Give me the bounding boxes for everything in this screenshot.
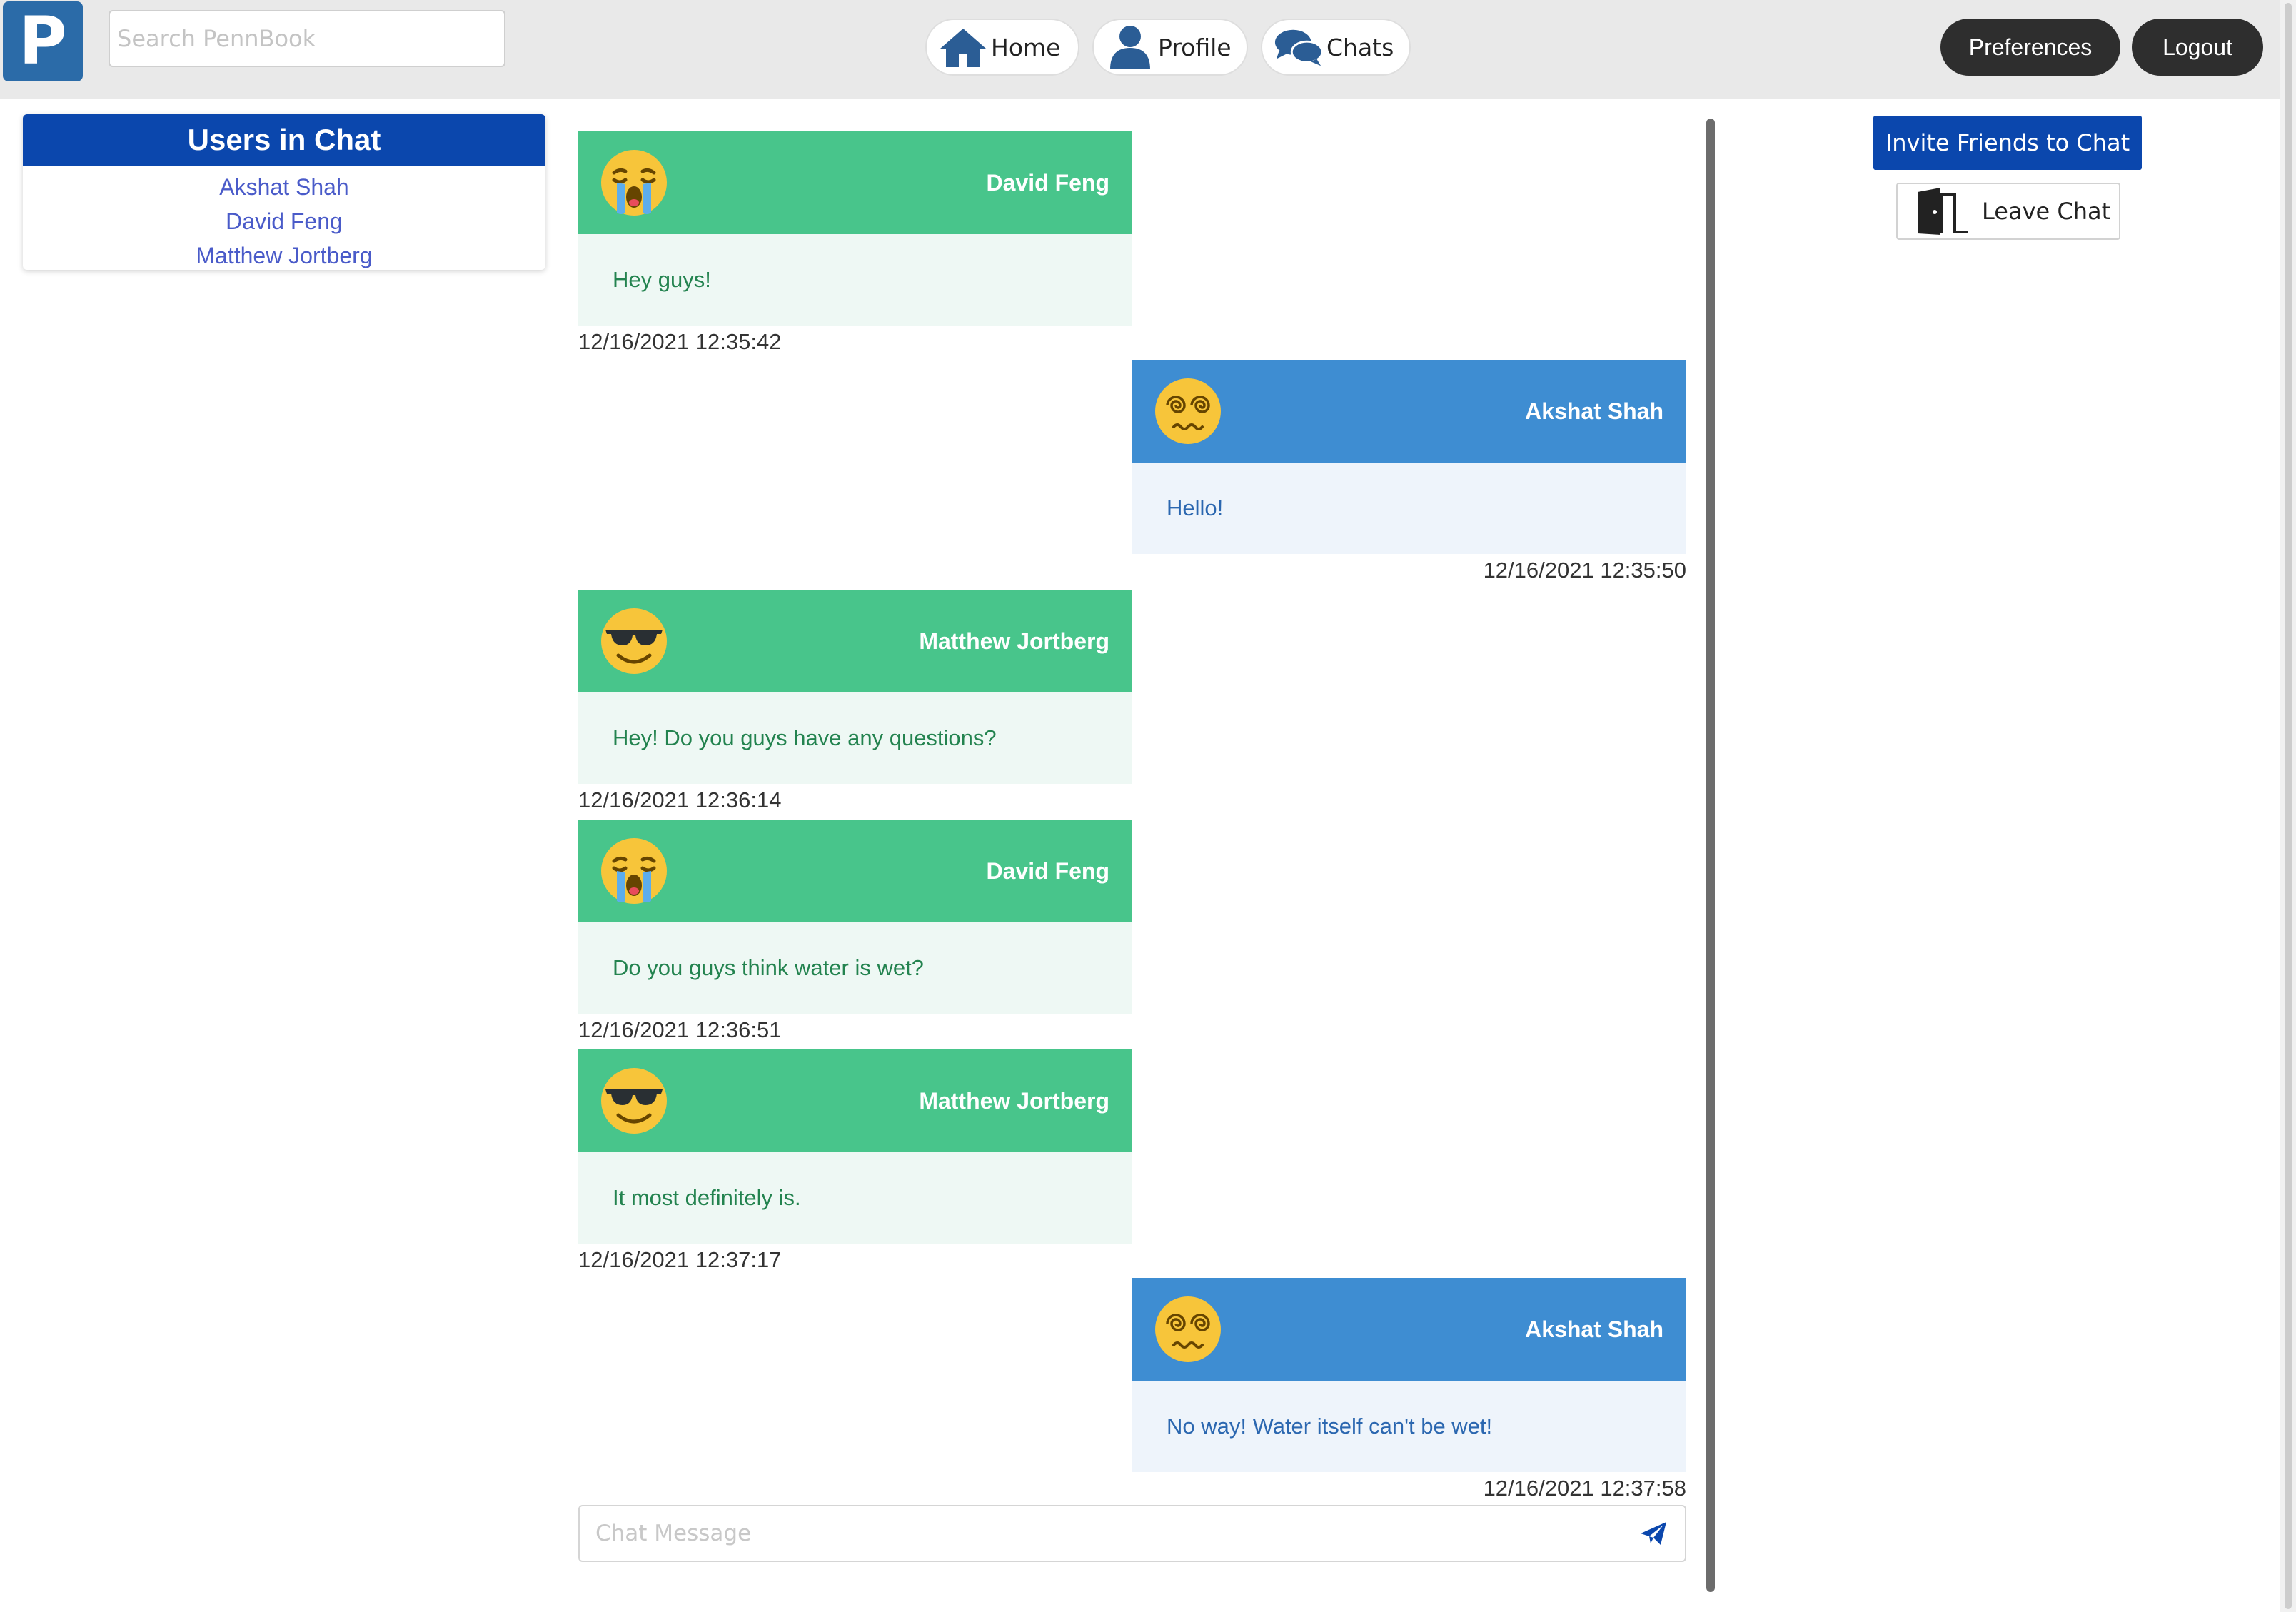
page-scrollbar[interactable] [2280,0,2296,1612]
message-header: David Feng [578,820,1132,922]
message-text: It most definitely is. [578,1152,1132,1244]
crying-face-emoji-icon [598,835,670,907]
top-navbar: P Home Profile Chats Preferences Logout [0,0,2296,99]
chat-scrollbar[interactable] [1706,119,1715,1592]
users-list: Akshat Shah David Feng Matthew Jortberg [23,166,545,270]
message-sender: Matthew Jortberg [919,628,1109,654]
search-input[interactable] [109,10,505,67]
message-timestamp: 12/16/2021 12:36:14 [578,787,782,812]
leave-chat-label: Leave Chat [1982,198,2111,225]
crying-face-emoji-icon [598,147,670,218]
sunglasses-face-emoji-icon [598,605,670,677]
pennbook-logo[interactable]: P [3,1,83,81]
message-sender: Matthew Jortberg [919,1087,1109,1114]
chat-composer [578,1505,1686,1562]
nav-profile-label: Profile [1158,33,1232,61]
dizzy-face-emoji-icon [1152,1294,1224,1365]
chat-message-list: David Feng Hey guys! 12/16/2021 12:35:42… [578,131,1686,1501]
chat-bubbles-icon [1274,25,1324,69]
nav-chats-button[interactable]: Chats [1261,19,1411,76]
chat-message: Matthew Jortberg It most definitely is. … [578,1049,1132,1276]
logout-button[interactable]: Logout [2132,19,2263,76]
invite-friends-button[interactable]: Invite Friends to Chat [1873,116,2142,170]
message-timestamp: 12/16/2021 12:37:17 [578,1247,782,1272]
message-timestamp: 12/16/2021 12:35:42 [578,329,782,354]
chat-message: Akshat Shah No way! Water itself can't b… [1132,1278,1686,1505]
message-header: Akshat Shah [1132,1278,1686,1381]
nav-home-button[interactable]: Home [925,19,1079,76]
user-link[interactable]: Matthew Jortberg [23,238,545,270]
message-sender: Akshat Shah [1525,1316,1663,1342]
preferences-button[interactable]: Preferences [1940,19,2120,76]
chat-message: Akshat Shah Hello! 12/16/2021 12:35:50 [1132,360,1686,587]
message-text: Do you guys think water is wet? [578,922,1132,1014]
chat-message: Matthew Jortberg Hey! Do you guys have a… [578,590,1132,817]
user-link[interactable]: David Feng [23,204,545,238]
message-sender: David Feng [986,169,1109,196]
user-link[interactable]: Akshat Shah [23,170,545,204]
door-icon [1913,188,1970,235]
message-timestamp: 12/16/2021 12:37:58 [1483,1476,1686,1501]
dizzy-face-emoji-icon [1152,376,1224,447]
message-header: Matthew Jortberg [578,1049,1132,1152]
message-sender: David Feng [986,857,1109,884]
home-icon [938,25,988,69]
message-text: Hello! [1132,463,1686,554]
message-timestamp: 12/16/2021 12:36:51 [578,1017,782,1042]
nav-home-label: Home [991,33,1061,61]
user-icon [1105,25,1155,69]
message-header: Akshat Shah [1132,360,1686,463]
paper-plane-icon[interactable] [1638,1519,1669,1548]
leave-chat-button[interactable]: Leave Chat [1896,183,2120,240]
message-sender: Akshat Shah [1525,398,1663,424]
message-timestamp: 12/16/2021 12:35:50 [1483,558,1686,583]
page-scrollbar-thumb[interactable] [2285,3,2292,1609]
nav-chats-label: Chats [1326,33,1394,61]
message-text: Hey! Do you guys have any questions? [578,692,1132,784]
message-text: Hey guys! [578,234,1132,326]
users-panel-title: Users in Chat [23,114,545,166]
chat-message: David Feng Do you guys think water is we… [578,820,1132,1047]
message-header: Matthew Jortberg [578,590,1132,692]
chat-message: David Feng Hey guys! 12/16/2021 12:35:42 [578,131,1132,358]
chat-message-input[interactable] [580,1506,1615,1561]
message-text: No way! Water itself can't be wet! [1132,1381,1686,1472]
sunglasses-face-emoji-icon [598,1065,670,1137]
message-header: David Feng [578,131,1132,234]
nav-profile-button[interactable]: Profile [1092,19,1248,76]
users-in-chat-panel: Users in Chat Akshat Shah David Feng Mat… [23,114,545,270]
